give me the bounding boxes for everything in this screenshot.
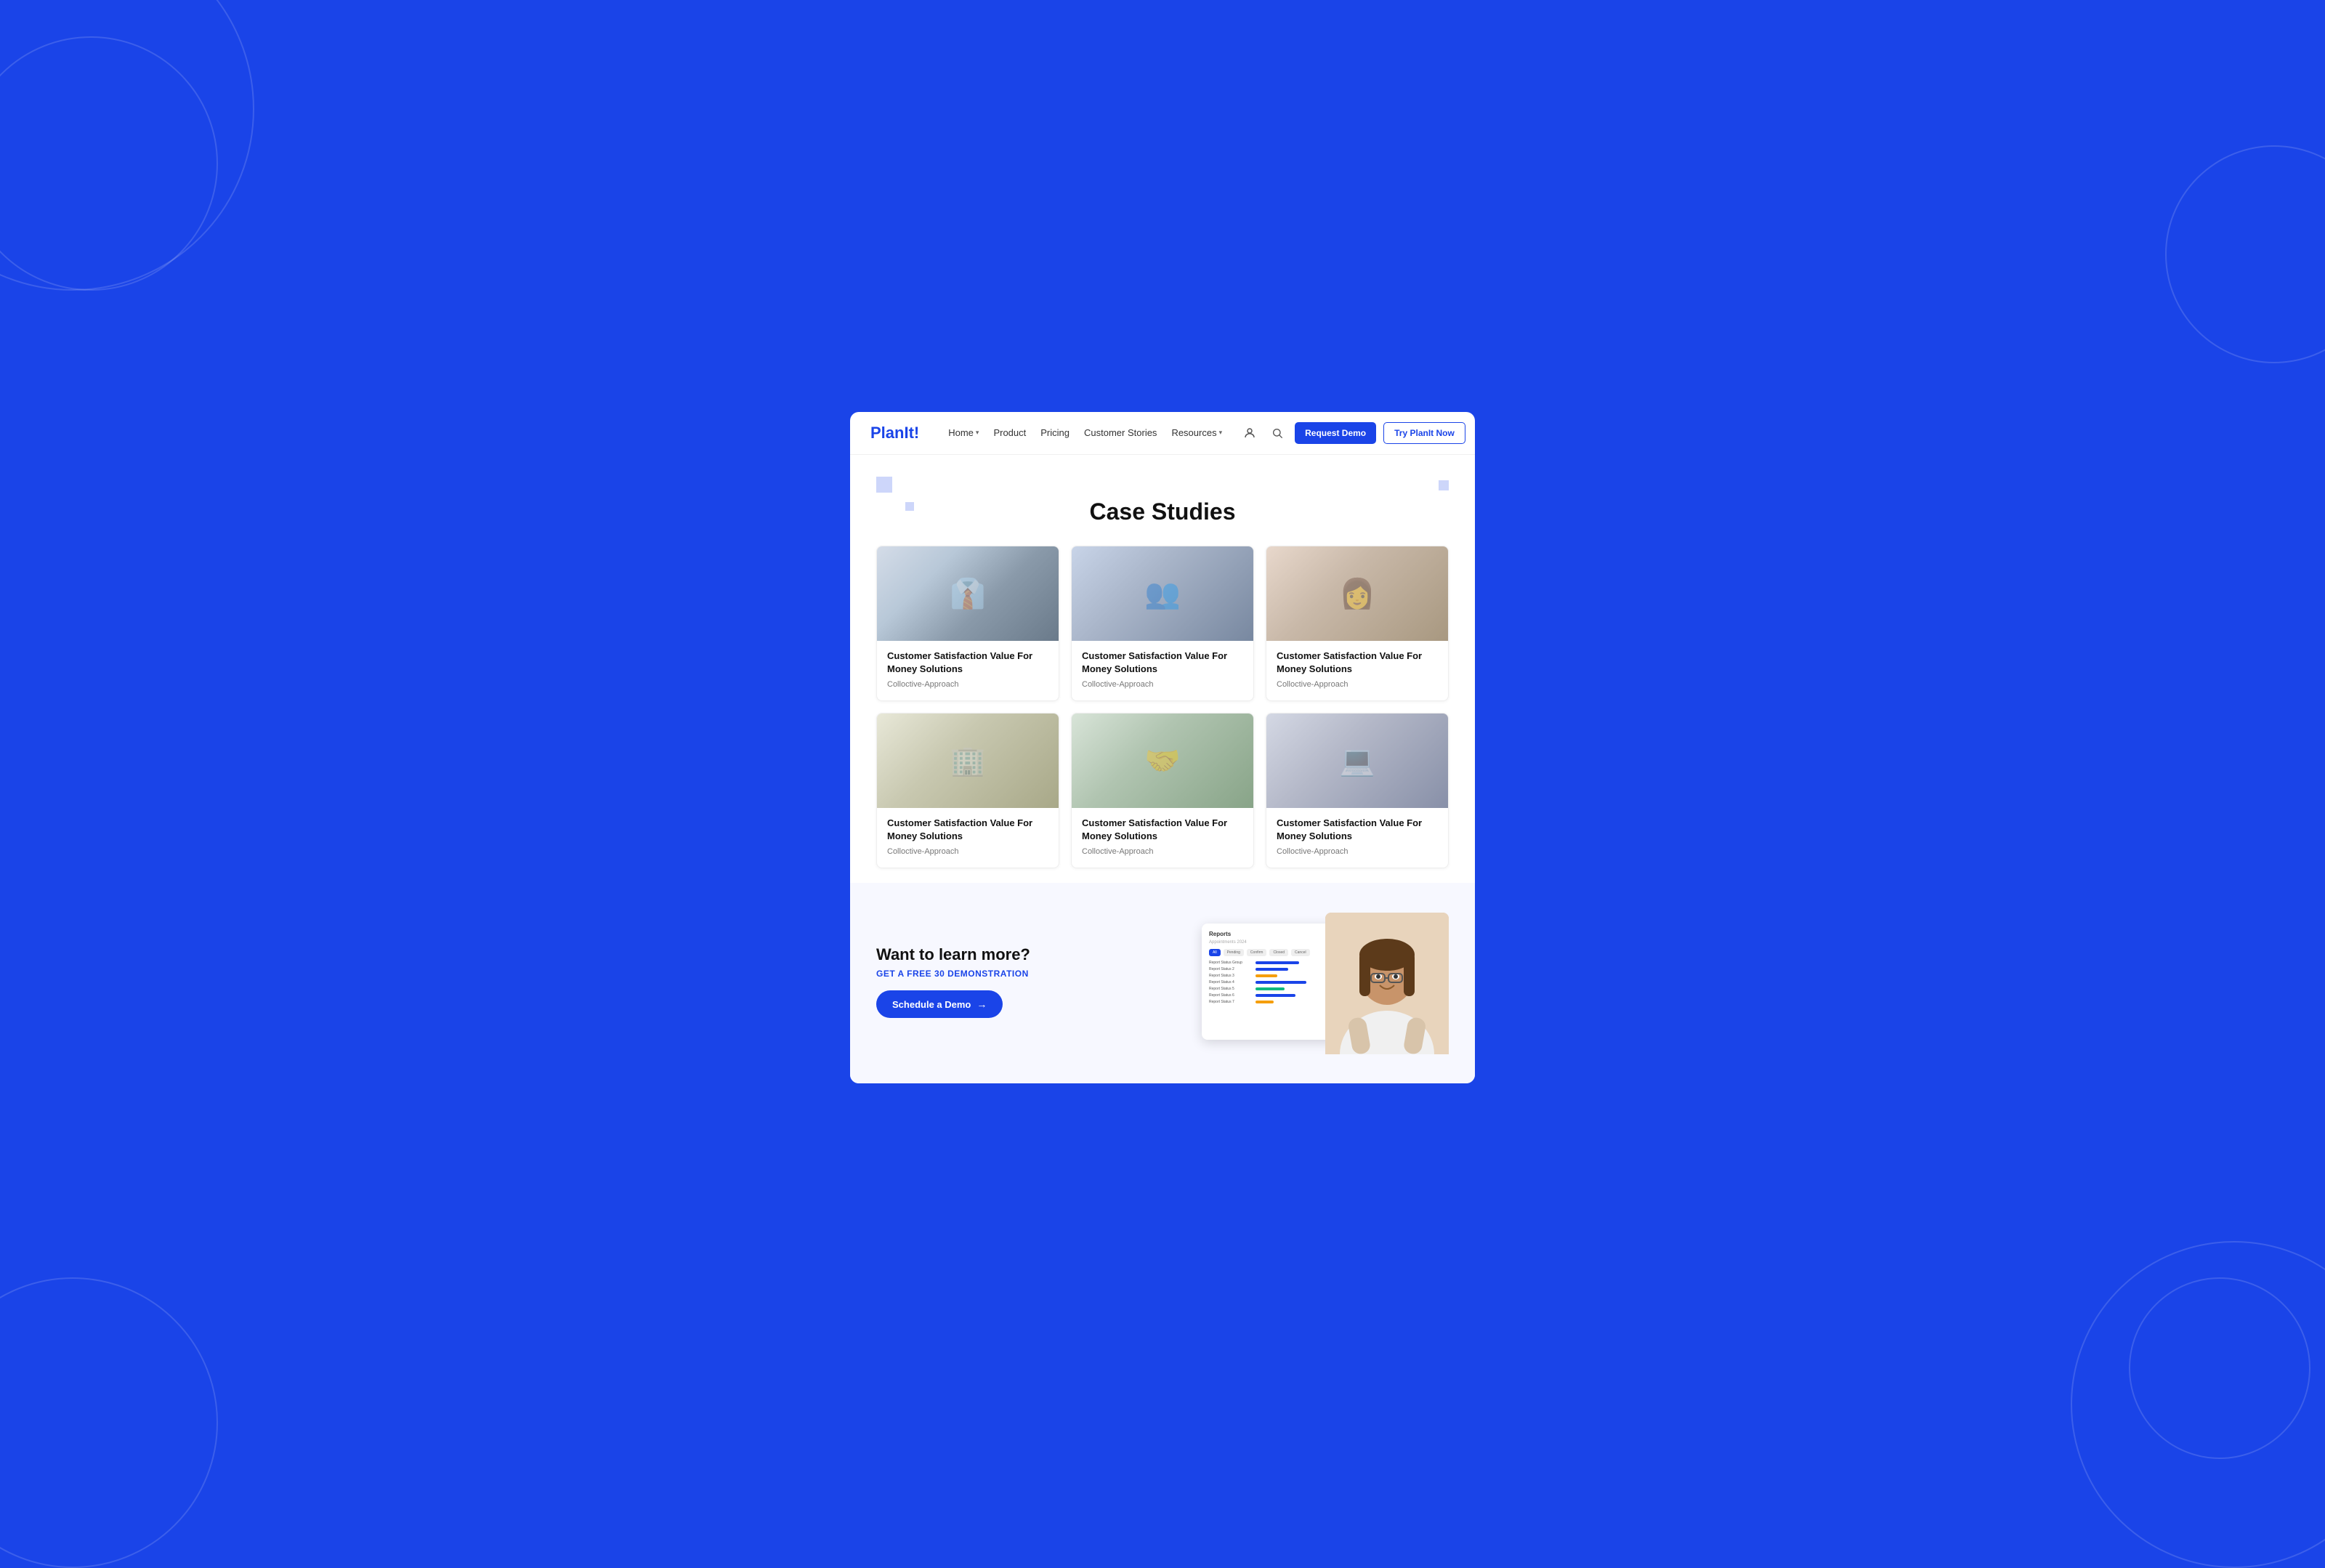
card-subtitle-5: Colloctive-Approach	[1082, 847, 1243, 856]
card-body-5: Customer Satisfaction Value For Money So…	[1072, 808, 1253, 868]
content-area: Case Studies Customer Satisfaction Value…	[850, 455, 1475, 869]
schedule-demo-button[interactable]: Schedule a Demo →	[876, 990, 1003, 1018]
deco-square-1	[876, 477, 892, 493]
card-title-1: Customer Satisfaction Value For Money So…	[887, 650, 1048, 676]
card-title-4: Customer Satisfaction Value For Money So…	[887, 817, 1048, 843]
card-body-1: Customer Satisfaction Value For Money So…	[877, 641, 1059, 700]
cta-right: Reports Appointments 2024 All Pending Co…	[1187, 909, 1449, 1054]
card-image-6	[1266, 714, 1448, 808]
cta-title: Want to learn more?	[876, 945, 1187, 964]
card-title-2: Customer Satisfaction Value For Money So…	[1082, 650, 1243, 676]
logo-exclamation: !	[914, 424, 919, 442]
try-planit-button[interactable]: Try PlanIt Now	[1383, 422, 1465, 444]
dash-tab-3[interactable]: Closed	[1269, 949, 1288, 956]
nav-link-pricing[interactable]: Pricing	[1040, 427, 1070, 438]
card-image-3	[1266, 546, 1448, 641]
case-study-card-5[interactable]: Customer Satisfaction Value For Money So…	[1071, 713, 1254, 868]
case-study-card-6[interactable]: Customer Satisfaction Value For Money So…	[1266, 713, 1449, 868]
deco-square-2	[905, 502, 914, 511]
dash-tab-2[interactable]: Confirm	[1247, 949, 1267, 956]
dash-tab-4[interactable]: Cancel	[1291, 949, 1310, 956]
nav-link-customer-stories[interactable]: Customer Stories	[1084, 427, 1157, 438]
card-subtitle-3: Colloctive-Approach	[1277, 680, 1438, 689]
cta-left: Want to learn more? GET A FREE 30 DEMONS…	[876, 945, 1187, 1018]
nav-actions: Request Demo Try PlanIt Now	[1240, 422, 1465, 444]
card-body-6: Customer Satisfaction Value For Money So…	[1266, 808, 1448, 868]
card-image-4	[877, 714, 1059, 808]
card-image-2	[1072, 546, 1253, 641]
case-study-card-2[interactable]: Customer Satisfaction Value For Money So…	[1071, 546, 1254, 701]
logo[interactable]: PlanIt!	[870, 424, 919, 442]
bg-circle-4	[2165, 145, 2325, 363]
card-image-1	[877, 546, 1059, 641]
card-title-5: Customer Satisfaction Value For Money So…	[1082, 817, 1243, 843]
cta-subtitle: GET A FREE 30 DEMONSTRATION	[876, 969, 1187, 979]
bg-circle-6	[2129, 1277, 2310, 1459]
arrow-icon: →	[976, 998, 987, 1010]
bg-circle-3	[0, 1277, 218, 1568]
case-study-card-1[interactable]: Customer Satisfaction Value For Money So…	[876, 546, 1059, 701]
nav-links: Home ▾ Product Pricing Customer Stories …	[948, 427, 1222, 438]
card-title-6: Customer Satisfaction Value For Money So…	[1277, 817, 1438, 843]
chevron-down-icon-resources: ▾	[1219, 429, 1223, 437]
bg-circle-1	[0, 0, 254, 291]
card-subtitle-1: Colloctive-Approach	[887, 680, 1048, 689]
card-title-3: Customer Satisfaction Value For Money So…	[1277, 650, 1438, 676]
card-body-2: Customer Satisfaction Value For Money So…	[1072, 641, 1253, 700]
card-subtitle-6: Colloctive-Approach	[1277, 847, 1438, 856]
user-icon[interactable]	[1240, 423, 1260, 443]
case-study-card-4[interactable]: Customer Satisfaction Value For Money So…	[876, 713, 1059, 868]
card-subtitle-2: Colloctive-Approach	[1082, 680, 1243, 689]
main-container: PlanIt! Home ▾ Product Pricing Customer …	[850, 412, 1475, 1084]
page-title: Case Studies	[876, 484, 1449, 546]
dash-tab-0[interactable]: All	[1209, 949, 1221, 956]
cta-person-image	[1325, 913, 1449, 1054]
card-subtitle-4: Colloctive-Approach	[887, 847, 1048, 856]
bg-circle-2	[0, 36, 218, 291]
deco-squares: Case Studies	[876, 477, 1449, 546]
cta-section: Want to learn more? GET A FREE 30 DEMONS…	[850, 883, 1475, 1083]
search-icon[interactable]	[1267, 423, 1287, 443]
dash-tab-1[interactable]: Pending	[1224, 949, 1244, 956]
case-study-card-3[interactable]: Customer Satisfaction Value For Money So…	[1266, 546, 1449, 701]
bg-circle-5	[2071, 1241, 2325, 1568]
navbar: PlanIt! Home ▾ Product Pricing Customer …	[850, 412, 1475, 455]
cards-grid: Customer Satisfaction Value For Money So…	[876, 546, 1449, 869]
nav-link-resources[interactable]: Resources ▾	[1171, 427, 1222, 438]
card-image-5	[1072, 714, 1253, 808]
request-demo-button[interactable]: Request Demo	[1295, 422, 1376, 444]
chevron-down-icon: ▾	[976, 429, 979, 437]
card-body-3: Customer Satisfaction Value For Money So…	[1266, 641, 1448, 700]
card-body-4: Customer Satisfaction Value For Money So…	[877, 808, 1059, 868]
deco-square-3	[1439, 480, 1449, 490]
logo-text: PlanIt	[870, 424, 914, 442]
nav-link-home[interactable]: Home ▾	[948, 427, 979, 438]
nav-link-product[interactable]: Product	[993, 427, 1026, 438]
